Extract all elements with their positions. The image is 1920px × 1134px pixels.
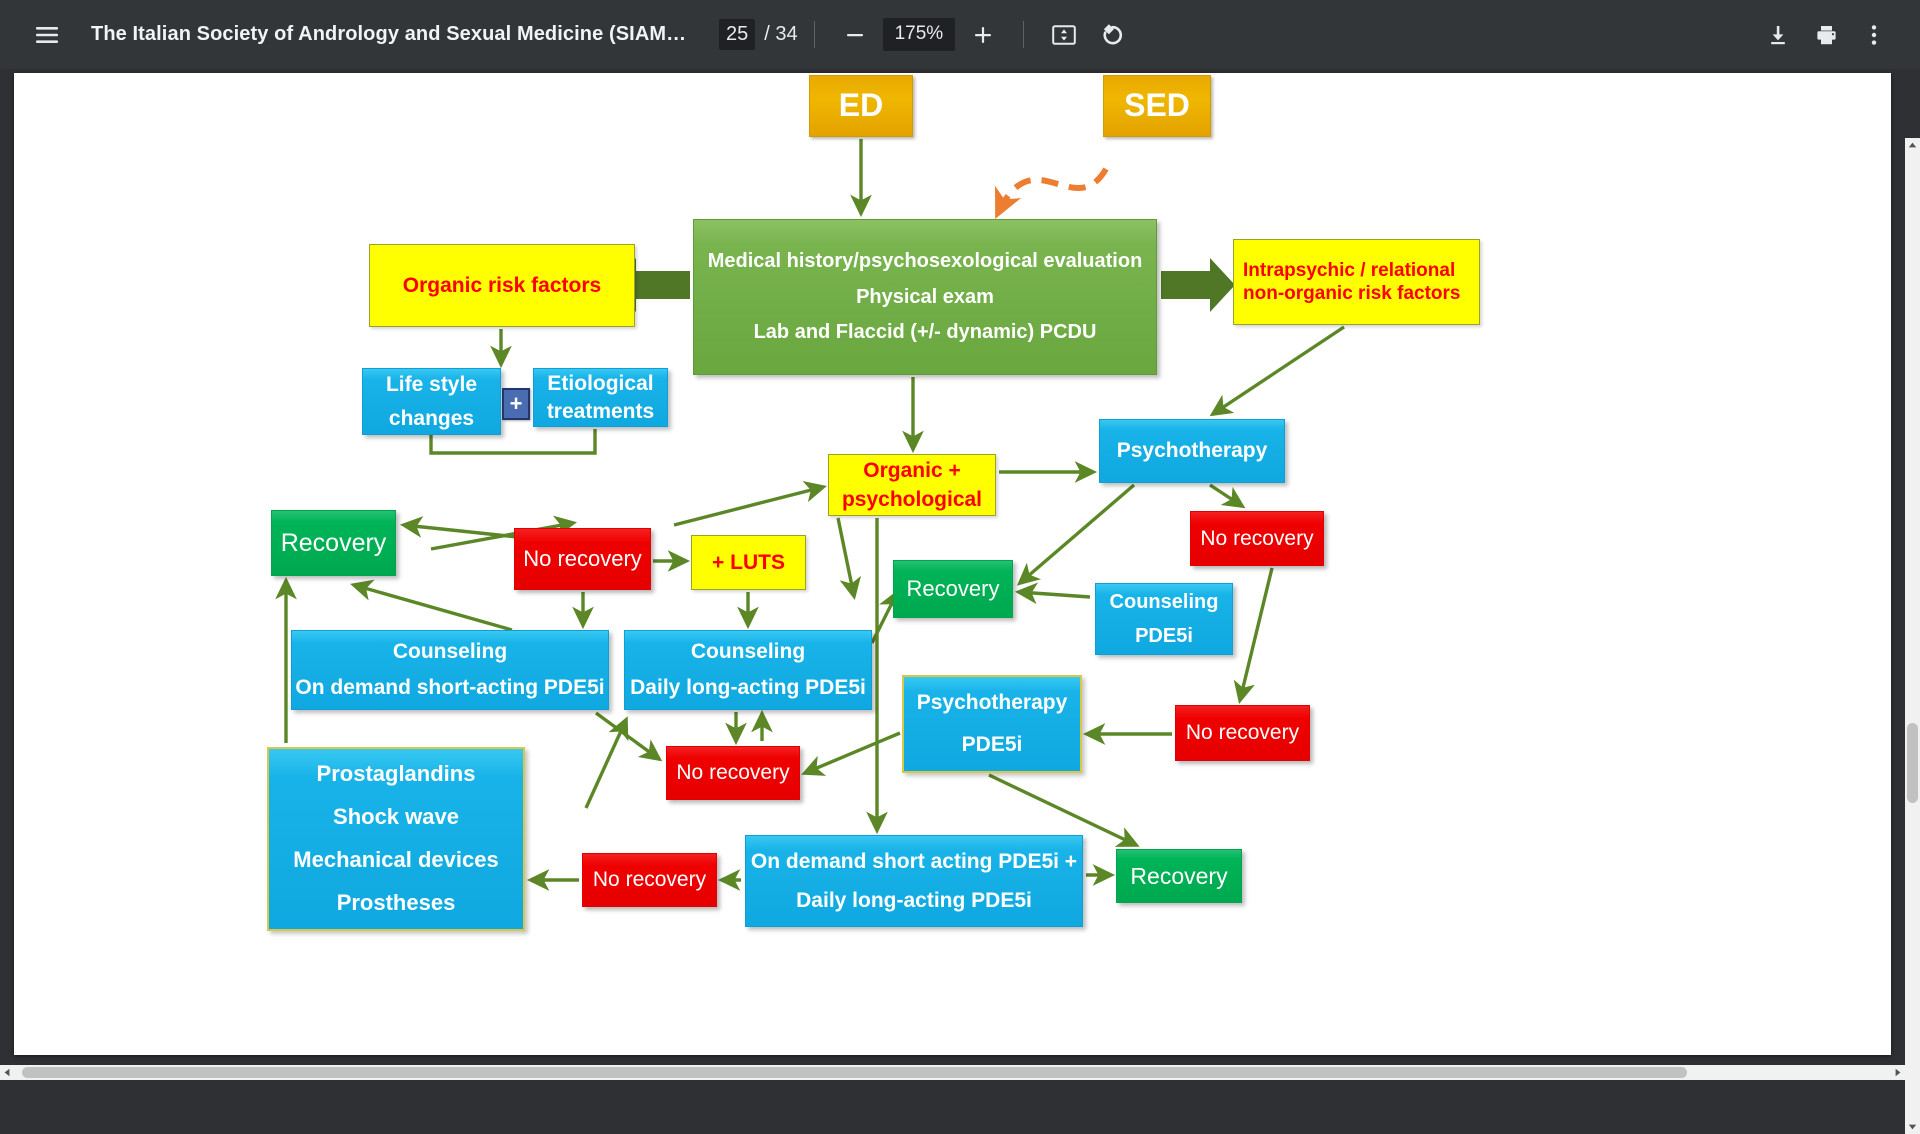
scroll-right-arrow[interactable]: [1890, 1065, 1905, 1080]
node-luts-label: + LUTS: [712, 550, 785, 574]
node-no-recovery-4[interactable]: No recovery: [666, 746, 800, 800]
zoom-in-button[interactable]: [959, 11, 1007, 59]
document-title: The Italian Society of Andrology and Sex…: [91, 23, 691, 45]
rotate-counterclockwise-icon[interactable]: [1088, 11, 1136, 59]
toolbar-divider-2: [1023, 21, 1025, 48]
node-prostaglandins-line2: Shock wave: [333, 804, 459, 830]
pdf-viewer-area[interactable]: ED SED Medical history/psychosexological…: [0, 69, 1920, 1134]
toolbar-right-actions: [1754, 11, 1898, 59]
toolbar-divider-1: [813, 21, 815, 48]
pdf-viewer-toolbar: The Italian Society of Andrology and Sex…: [0, 0, 1920, 69]
node-counseling-dl-line1: Counseling: [690, 640, 806, 664]
node-ed-line1: ED: [838, 87, 884, 124]
node-plus-luts[interactable]: + LUTS: [691, 535, 806, 590]
node-organic-psych-line2: psychological: [841, 487, 983, 511]
node-on-demand-plus-daily[interactable]: On demand short acting PDE5i + Daily lon…: [745, 835, 1083, 927]
node-counseling-od-line2: On demand short-acting PDE5i: [295, 676, 605, 699]
node-medical-evaluation[interactable]: Medical history/psychosexological evalua…: [693, 219, 1157, 375]
node-psychotherapy-pde5i[interactable]: Psychotherapy PDE5i: [902, 675, 1082, 773]
node-prostaglandins-line4: Prostheses: [336, 889, 456, 915]
plus-badge-icon: +: [502, 388, 530, 420]
node-sed[interactable]: SED: [1103, 75, 1211, 137]
node-etiological-line2: treatments: [546, 399, 655, 423]
sed-dashed-arrow: [995, 167, 1109, 219]
node-counseling-r-line1: Counseling: [1109, 591, 1219, 614]
scroll-left-arrow[interactable]: [0, 1065, 15, 1080]
node-ed[interactable]: ED: [809, 75, 913, 137]
node-recovery-1[interactable]: Recovery: [271, 510, 396, 576]
node-psychotherapy-line1: Psychotherapy: [1116, 439, 1268, 463]
pdf-page: ED SED Medical history/psychosexological…: [14, 73, 1891, 1055]
node-medical-line2: Physical exam: [856, 285, 994, 308]
node-no-recovery-1-label: No recovery: [523, 545, 642, 571]
node-organic-risk-line1: Organic risk factors: [402, 273, 602, 297]
fit-to-page-icon[interactable]: [1040, 11, 1088, 59]
node-intrapsychic-risk-factors[interactable]: Intrapsychic / relational non-organic ri…: [1233, 239, 1480, 325]
zoom-level-value[interactable]: 175%: [882, 18, 956, 51]
scrollbar-corner: [1905, 1065, 1920, 1080]
node-no-recovery-1[interactable]: No recovery: [514, 528, 651, 590]
download-icon[interactable]: [1754, 11, 1802, 59]
node-recovery-2[interactable]: Recovery: [893, 560, 1013, 618]
node-counseling-pde5i[interactable]: Counseling PDE5i: [1095, 583, 1233, 655]
node-intrapsychic-line1: Intrapsychic / relational: [1243, 259, 1456, 281]
node-sed-line1: SED: [1124, 87, 1190, 124]
node-no-recovery-2[interactable]: No recovery: [1190, 511, 1324, 566]
node-organic-psych-line1: Organic +: [863, 458, 961, 482]
node-prostaglandins-line3: Mechanical devices: [293, 847, 499, 872]
node-lifestyle-line2: changes: [388, 406, 475, 430]
node-prostaglandins-line1: Prostaglandins: [316, 761, 476, 787]
node-ondemand-daily-line2: Daily long-acting PDE5i: [796, 888, 1032, 912]
page-number-input[interactable]: 25: [719, 19, 756, 50]
node-counseling-dl-line2: Daily long-acting PDE5i: [630, 676, 866, 699]
plus-badge-label: +: [509, 390, 523, 416]
hamburger-menu-icon[interactable]: [23, 11, 71, 59]
horizontal-scrollbar[interactable]: [0, 1065, 1905, 1080]
flowchart-diagram: ED SED Medical history/psychosexological…: [14, 73, 1891, 1055]
node-recovery-2-label: Recovery: [906, 575, 1000, 601]
node-counseling-od-line1: Counseling: [392, 640, 508, 664]
zoom-out-button[interactable]: [831, 11, 879, 59]
node-no-recovery-2-label: No recovery: [1200, 526, 1314, 550]
node-no-recovery-5-label: No recovery: [592, 868, 707, 892]
node-etiological-treatments[interactable]: Etiological treatments: [533, 368, 668, 427]
node-medical-line3: Lab and Flaccid (+/- dynamic) PCDU: [753, 321, 1097, 344]
node-psychotherapy[interactable]: Psychotherapy: [1099, 419, 1285, 483]
print-icon[interactable]: [1802, 11, 1850, 59]
node-counseling-r-line2: PDE5i: [1135, 624, 1193, 647]
node-no-recovery-3-label: No recovery: [1185, 721, 1300, 745]
node-counseling-daily[interactable]: Counseling Daily long-acting PDE5i: [624, 630, 872, 710]
thick-arrow-right: [1161, 258, 1235, 312]
node-ondemand-daily-line1: On demand short acting PDE5i +: [750, 849, 1078, 873]
node-prostaglandins-options[interactable]: Prostaglandins Shock wave Mechanical dev…: [267, 747, 525, 931]
node-life-style-changes[interactable]: Life style changes: [362, 368, 501, 435]
node-no-recovery-3[interactable]: No recovery: [1175, 705, 1310, 761]
node-lifestyle-line1: Life style: [385, 372, 478, 396]
node-medical-line1: Medical history/psychosexological evalua…: [707, 250, 1143, 273]
node-no-recovery-5[interactable]: No recovery: [582, 853, 717, 907]
page-total-label: / 34: [764, 23, 798, 45]
node-organic-psychological[interactable]: Organic + psychological: [828, 454, 996, 516]
more-vertical-icon[interactable]: [1850, 11, 1898, 59]
horizontal-scroll-thumb[interactable]: [22, 1067, 1687, 1078]
node-etiological-line1: Etiological: [547, 371, 654, 395]
node-psycho-pde5i-line1: Psychotherapy: [916, 691, 1068, 715]
page-indicator: 25 / 34: [719, 19, 798, 50]
node-recovery-3-label: Recovery: [1130, 862, 1228, 889]
zoom-controls: 175%: [831, 11, 1008, 59]
node-organic-risk-factors[interactable]: Organic risk factors: [369, 244, 635, 327]
node-intrapsychic-line2: non-organic risk factors: [1243, 283, 1461, 304]
vertical-scrollbar[interactable]: [1905, 138, 1920, 1134]
vertical-scroll-thumb[interactable]: [1907, 723, 1918, 803]
scroll-up-arrow[interactable]: [1905, 138, 1920, 153]
node-psycho-pde5i-line2: PDE5i: [961, 733, 1023, 756]
node-recovery-1-label: Recovery: [280, 528, 387, 557]
scroll-down-arrow[interactable]: [1905, 1119, 1920, 1134]
node-recovery-3[interactable]: Recovery: [1116, 849, 1242, 903]
node-no-recovery-4-label: No recovery: [676, 761, 790, 785]
node-counseling-on-demand[interactable]: Counseling On demand short-acting PDE5i: [291, 630, 609, 710]
